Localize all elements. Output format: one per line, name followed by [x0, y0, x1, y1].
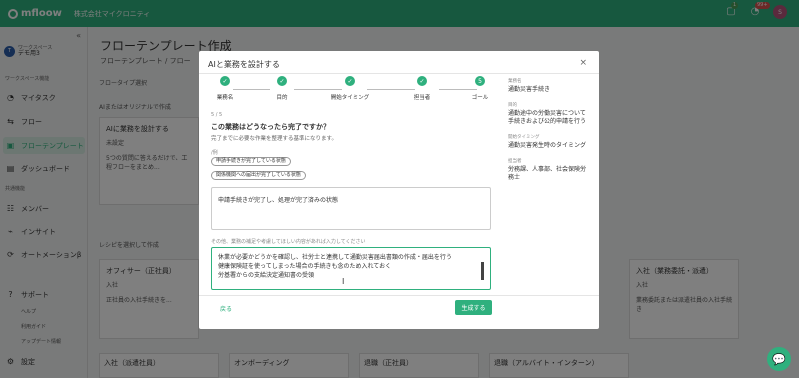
question-title: この業務はどうなったら完了ですか？: [211, 123, 330, 131]
extra-notes-textarea[interactable]: 休業が必要かどうかを確認し、社労士と連携して通勤災害届出書類の作成・届出を行う …: [211, 247, 491, 290]
summary-timing: 開始タイミング通勤災害発生時のタイミング: [508, 134, 590, 150]
step-assignee[interactable]: ✓ 担当者: [407, 76, 437, 101]
question-progress: 5 / 5: [211, 112, 223, 118]
summary-value: 通勤途中の労働災害について手続きおよび公的申請を行う: [508, 110, 587, 125]
chat-icon: 💬: [772, 352, 786, 366]
text-cursor-icon: I: [342, 277, 345, 286]
summary-label: 開始タイミング: [508, 135, 540, 140]
check-icon: ✓: [417, 76, 427, 86]
summary-label: 業務名: [508, 79, 522, 84]
summary-label: 目的: [508, 103, 517, 108]
summary-assignee: 担当者労務課、人事部、社会保険労務士: [508, 158, 590, 182]
example-chip[interactable]: 関係機関への届出が完了している状態: [211, 171, 306, 180]
summary-purpose: 目的通勤途中の労働災害について手続きおよび公的申請を行う: [508, 102, 590, 126]
step-start-timing[interactable]: ✓ 開始タイミング: [325, 76, 375, 101]
modal-divider: [199, 73, 599, 74]
examples-label: /例: [211, 150, 218, 156]
example-chip[interactable]: 申請手続きが完了している状態: [211, 157, 291, 166]
step-label: 開始タイミング: [330, 95, 370, 101]
step-purpose[interactable]: ✓ 目的: [267, 76, 297, 101]
step-number: 5: [475, 76, 485, 86]
step-label: 目的: [276, 95, 288, 101]
stepper: ✓ 業務名 ✓ 目的 ✓ 開始タイミング ✓ 担当者 5 ゴール: [207, 76, 497, 102]
close-icon[interactable]: ×: [579, 58, 587, 68]
check-icon: ✓: [220, 76, 230, 86]
goal-answer-textarea[interactable]: 申請手続きが完了し、処理が完了済みの状態: [211, 187, 491, 230]
step-task-name[interactable]: ✓ 業務名: [210, 76, 240, 101]
extra-line: 休業が必要かどうかを確認し、社労士と連携して通勤災害届出書類の作成・届出を行う: [218, 254, 452, 261]
extra-line: 健康保険証を使ってしまった場合の手続きも念のため入れておく: [218, 263, 392, 270]
summary-value: 労務課、人事部、社会保険労務士: [508, 166, 587, 181]
summary-panel: 業務名 通勤災害手続き 目的 通勤途中の労働災害について手続きおよび公的申請を行う …: [508, 78, 590, 190]
summary-value: 通勤災害発生時のタイミング: [508, 142, 587, 149]
step-label: ゴール: [471, 95, 489, 101]
textarea-scrollbar[interactable]: [481, 262, 484, 280]
summary-task-name: 業務名通勤災害手続き: [508, 78, 590, 94]
summary-value: 通勤災害手続き: [508, 86, 551, 93]
check-icon: ✓: [277, 76, 287, 86]
question-help: 完了までに必要な作業を整理する基準になります。: [211, 136, 337, 142]
modal-title: AIと業務を設計する: [208, 60, 280, 69]
chat-button[interactable]: 💬: [767, 347, 791, 371]
step-goal[interactable]: 5 ゴール: [465, 76, 495, 101]
extra-notes-label: その他、業務の補足や考慮してほしい内容があれば入力してください: [211, 239, 366, 245]
generate-button[interactable]: 生成する: [455, 300, 492, 315]
extra-line: 労基署からの支給決定通知書の受領: [218, 272, 315, 279]
footer-divider: [199, 295, 599, 296]
ai-design-modal: AIと業務を設計する × ✓ 業務名 ✓ 目的 ✓ 開始タイミング ✓ 担当者 5 ゴール…: [199, 51, 599, 329]
check-icon: ✓: [345, 76, 355, 86]
back-button[interactable]: 戻る: [220, 304, 232, 313]
summary-label: 担当者: [508, 159, 522, 164]
step-label: 担当者: [413, 95, 431, 101]
step-label: 業務名: [216, 95, 234, 101]
